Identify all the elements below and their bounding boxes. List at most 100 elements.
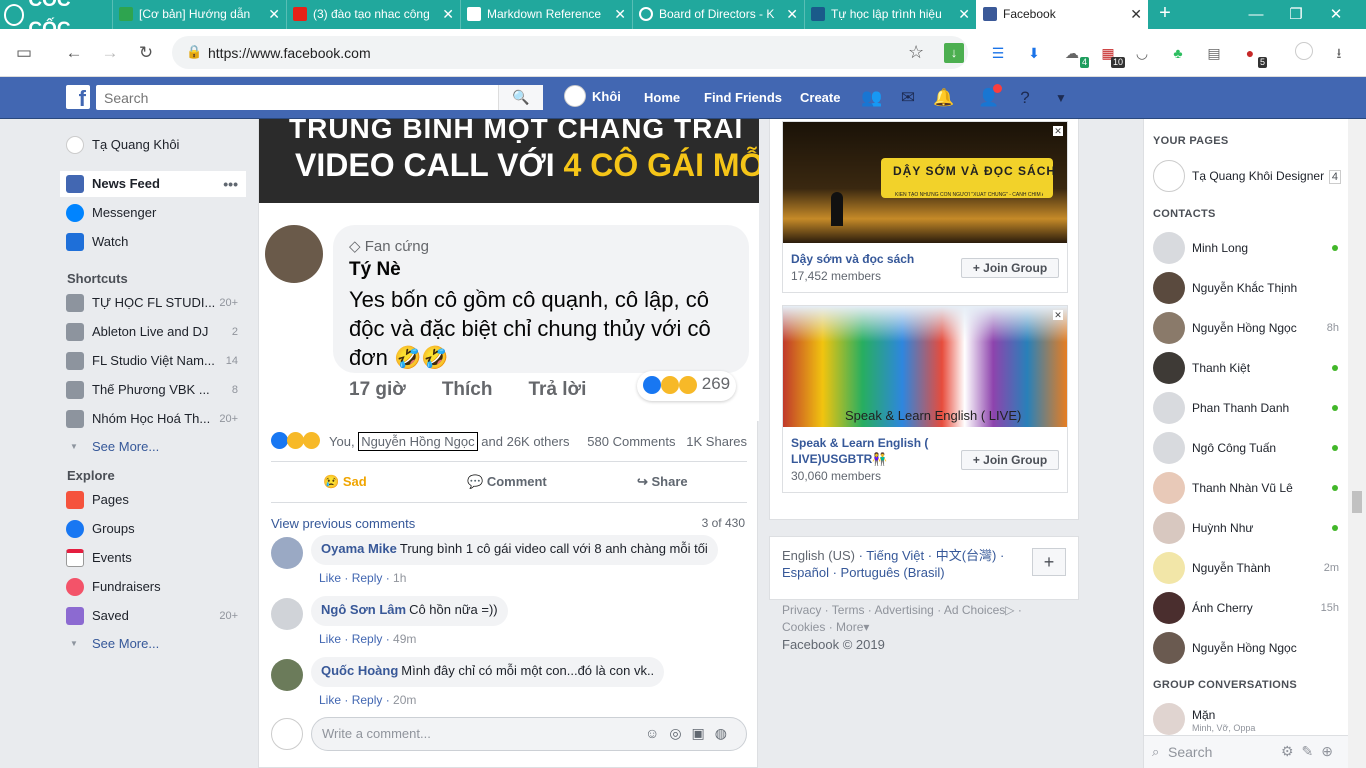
comment-author[interactable]: Quốc Hoàng xyxy=(321,663,398,678)
shortcut-item[interactable]: Nhóm Học Hoá Th... 20+ xyxy=(60,406,246,432)
language-link[interactable]: Español xyxy=(782,565,829,580)
tab-3[interactable]: Markdown Reference ✕ xyxy=(460,0,632,29)
footer-link[interactable]: Cookies xyxy=(782,620,825,634)
group-cover-image[interactable]: DẬY SỚM VÀ ĐỌC SÁCH KIẾN TẠO NHỮNG CON N… xyxy=(783,122,1067,243)
comment-reply-link[interactable]: Reply xyxy=(352,571,383,585)
shares-count[interactable]: 1K Shares xyxy=(686,434,747,449)
footer-link[interactable]: More xyxy=(836,620,863,634)
contact-item[interactable]: Nguyễn Hồng Ngọc 8h xyxy=(1144,308,1349,348)
tab-1[interactable]: [Cơ bản] Hướng dẫn ✕ xyxy=(112,0,286,29)
download-icon[interactable]: ⬇ xyxy=(1023,42,1045,64)
help-icon[interactable]: ? xyxy=(1014,87,1036,109)
search-icon[interactable]: 🔍 xyxy=(498,85,543,110)
contact-item[interactable]: Ngô Công Tuấn xyxy=(1144,428,1349,468)
shortcut-item[interactable]: Thế Phương VBK ... 8 xyxy=(60,377,246,403)
gear-icon[interactable]: ⚙ xyxy=(1281,743,1302,759)
contact-item[interactable]: Ánh Cherry 15h xyxy=(1144,588,1349,628)
see-more-shortcuts[interactable]: See More... xyxy=(68,439,159,454)
new-tab-button[interactable]: + xyxy=(1153,0,1177,29)
home-link[interactable]: Home xyxy=(644,90,680,105)
comment-reply-link[interactable]: Reply xyxy=(352,632,383,646)
new-message-icon[interactable]: ✎ xyxy=(1302,743,1322,759)
close-icon[interactable]: ✕ xyxy=(786,0,798,29)
avatar[interactable] xyxy=(271,659,303,691)
emoji-icon[interactable]: ☺ xyxy=(645,725,669,741)
sticker-icon[interactable]: ◍ xyxy=(715,725,737,741)
group-conversation-item[interactable]: Mặn Minh, Vỡ, Oppa xyxy=(1144,699,1349,735)
close-icon[interactable]: ✕ xyxy=(1053,126,1063,136)
footer-link[interactable]: Privacy xyxy=(782,603,821,617)
pocket-icon[interactable]: ◡ xyxy=(1131,42,1153,64)
sidebar-item-watch[interactable]: Watch xyxy=(60,229,246,255)
contact-item[interactable]: Nguyễn Khắc Thịnh xyxy=(1144,268,1349,308)
react-button[interactable]: 😢 Sad xyxy=(323,474,367,490)
url-text[interactable]: https://www.facebook.com xyxy=(208,45,371,61)
shortcut-item[interactable]: Ableton Live and DJ 2 xyxy=(60,319,246,345)
contact-item[interactable]: Huỳnh Như xyxy=(1144,508,1349,548)
more-languages-button[interactable]: + xyxy=(1032,548,1066,576)
messenger-icon[interactable]: ✉ xyxy=(897,87,919,109)
page-scrollbar[interactable] xyxy=(1348,119,1366,768)
downloads-icon[interactable]: ⭳ xyxy=(1328,42,1350,64)
sidebar-icon[interactable]: ▭ xyxy=(12,41,36,65)
comments-count[interactable]: 580 Comments xyxy=(587,434,675,449)
sidebar-item-events[interactable]: Events xyxy=(60,545,246,571)
reaction-names[interactable]: You, Nguyễn Hồng Ngọc and 26K others xyxy=(329,432,569,451)
group-name[interactable]: Dậy sớm và đọc sách xyxy=(791,251,951,267)
friend-requests-icon[interactable]: 👥 xyxy=(861,87,883,109)
more-options-icon[interactable]: ••• xyxy=(223,171,238,197)
footer-link[interactable]: Advertising xyxy=(874,603,933,617)
comment-button[interactable]: 💬 Comment xyxy=(467,474,547,490)
comment-like-link[interactable]: Like xyxy=(319,632,341,646)
find-friends-link[interactable]: Find Friends xyxy=(704,90,782,105)
quick-help-icon[interactable]: 👤 xyxy=(978,84,1002,109)
extension-icon[interactable]: ☰ xyxy=(987,42,1009,64)
address-bar[interactable]: 🔒 https://www.facebook.com ☆ ↓ xyxy=(172,36,968,69)
footer-link[interactable]: Ad Choices xyxy=(944,603,1005,617)
comment-author[interactable]: Oyama Mike xyxy=(321,541,397,556)
profile-link[interactable]: Tạ Quang Khôi xyxy=(60,132,246,158)
tab-4[interactable]: Board of Directors - K ✕ xyxy=(632,0,804,29)
avatar[interactable] xyxy=(271,537,303,569)
comment-time[interactable]: 1h xyxy=(393,571,406,585)
close-icon[interactable]: ✕ xyxy=(958,0,970,29)
cloud-icon[interactable]: ☁ 4 xyxy=(1061,42,1089,68)
archive-icon[interactable]: ▤ xyxy=(1203,42,1225,64)
close-icon[interactable]: ✕ xyxy=(442,0,454,29)
reload-icon[interactable]: ↻ xyxy=(134,41,158,65)
tab-5[interactable]: Tự học lập trình hiệu ✕ xyxy=(804,0,976,29)
evernote-icon[interactable]: ♣ xyxy=(1167,42,1189,64)
back-icon[interactable]: ← xyxy=(62,41,86,65)
chat-search-input[interactable]: Search xyxy=(1168,744,1212,760)
restore-button[interactable]: ❐ xyxy=(1276,0,1316,29)
contact-item[interactable]: Nguyễn Hồng Ngọc xyxy=(1144,628,1349,668)
download-arrow-icon[interactable]: ↓ xyxy=(944,43,964,63)
comment-like-link[interactable]: Like xyxy=(319,693,341,707)
adblock-icon[interactable]: ● 5 xyxy=(1239,42,1267,68)
camera-icon[interactable]: ◎ xyxy=(669,725,691,741)
contact-item[interactable]: Minh Long xyxy=(1144,228,1349,268)
forward-icon[interactable]: → xyxy=(98,41,122,65)
comment-author[interactable]: Ngô Sơn Lâm xyxy=(321,602,406,617)
sidebar-item-messenger[interactable]: Messenger xyxy=(60,200,246,226)
comment-time[interactable]: 49m xyxy=(393,632,416,646)
search-input[interactable] xyxy=(96,85,496,110)
join-group-button[interactable]: + Join Group xyxy=(961,450,1059,470)
close-icon[interactable]: ✕ xyxy=(268,0,280,29)
join-group-button[interactable]: + Join Group xyxy=(961,258,1059,278)
create-link[interactable]: Create xyxy=(800,90,840,105)
close-icon[interactable]: ✕ xyxy=(614,0,626,29)
sidebar-item-saved[interactable]: Saved 20+ xyxy=(60,603,246,629)
share-button[interactable]: ↪ Share xyxy=(637,474,688,490)
shortcut-item[interactable]: FL Studio Việt Nam... 14 xyxy=(60,348,246,374)
notifications-icon[interactable]: 🔔 xyxy=(933,87,955,109)
contact-item[interactable]: Thanh Nhàn Vũ Lê xyxy=(1144,468,1349,508)
scrollbar-thumb[interactable] xyxy=(1352,491,1362,513)
bookmark-star-icon[interactable]: ☆ xyxy=(908,42,924,63)
group-cover-image[interactable]: Speak & Learn English ( LIVE) xyxy=(783,306,1067,427)
new-group-icon[interactable]: ⊕ xyxy=(1321,743,1341,759)
language-link[interactable]: 中文(台灣) xyxy=(936,548,997,563)
facebook-logo-icon[interactable]: f xyxy=(66,85,90,109)
sidebar-item-groups[interactable]: Groups xyxy=(60,516,246,542)
sidebar-item-news-feed[interactable]: News Feed ••• xyxy=(60,171,246,197)
